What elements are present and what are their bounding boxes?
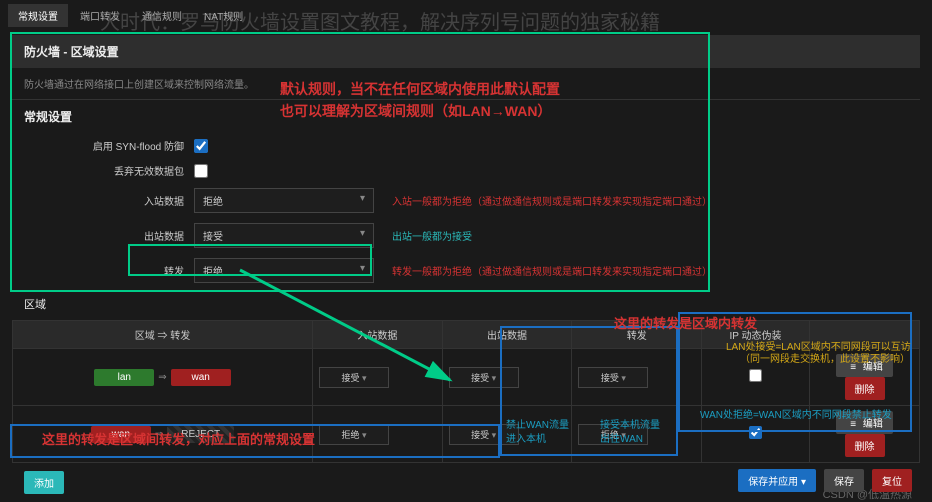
reset-button[interactable]: 复位 <box>872 469 912 492</box>
save-apply-button[interactable]: 保存并应用 ▾ <box>738 469 816 492</box>
drop-invalid-checkbox[interactable] <box>194 164 208 178</box>
annotation-default-rule-1: 默认规则，当不在任何区域内使用此默认配置 <box>280 78 560 100</box>
forward-select[interactable]: 拒绝 <box>194 258 374 283</box>
menu-icon: ≡ <box>846 423 860 426</box>
top-tabs: 常规设置 端口转发 通信规则 NAT规则 <box>0 0 932 31</box>
tab-port-forward[interactable]: 端口转发 <box>70 4 130 27</box>
menu-icon: ≡ <box>846 366 860 369</box>
zone-header: 区域 <box>12 288 920 320</box>
annotation-wan-in-2: 进入本机 <box>506 434 546 445</box>
annotation-wan-out-2: 出往WAN <box>600 434 643 445</box>
annotation-default-rule-2: 也可以理解为区域间规则（如LAN→WAN） <box>280 100 551 122</box>
zone-badge-lan: lan <box>94 369 154 386</box>
input-select[interactable]: 拒绝 <box>194 188 374 213</box>
drop-invalid-label: 丢弃无效数据包 <box>24 163 184 178</box>
tab-traffic-rules[interactable]: 通信规则 <box>132 4 192 27</box>
output-label: 出站数据 <box>24 228 184 243</box>
add-button[interactable]: 添加 <box>24 471 64 494</box>
lan-masq-checkbox[interactable] <box>749 369 762 382</box>
wan-masq-checkbox[interactable] <box>749 426 762 439</box>
tab-nat-rules[interactable]: NAT规则 <box>194 4 253 27</box>
zone-badge-wan: wan <box>171 369 231 386</box>
forward-hint: 转发一般都为拒绝（通过做通信规则或是端口转发来实现指定端口通过） <box>392 263 712 278</box>
annotation-wan-reject: WAN处拒绝=WAN区域内不同网段禁止转发 <box>700 410 892 421</box>
arrow-right-icon: ⇒ <box>154 372 170 383</box>
lan-input-select[interactable]: 接受 <box>319 367 389 388</box>
annotation-lan-accept-2: （同一网段走交换机，此设置不影响） <box>740 354 910 365</box>
delete-button[interactable]: 删除 <box>845 377 885 400</box>
save-button[interactable]: 保存 <box>824 469 864 492</box>
syn-flood-checkbox[interactable] <box>194 139 208 153</box>
syn-flood-label: 启用 SYN-flood 防御 <box>24 138 184 153</box>
th-input: 入站数据 <box>313 321 443 349</box>
panel-title: 防火墙 - 区域设置 <box>12 35 920 68</box>
forward-label: 转发 <box>24 263 184 278</box>
wan-input-select[interactable]: 拒绝 <box>319 424 389 445</box>
annotation-wan-out-1: 接受本机流量 <box>600 420 660 431</box>
input-hint: 入站一般都为拒绝（通过做通信规则或是端口转发来实现指定端口通过） <box>392 193 712 208</box>
output-select[interactable]: 接受 <box>194 223 374 248</box>
tab-general[interactable]: 常规设置 <box>8 4 68 27</box>
output-hint: 出站一般都为接受 <box>392 228 472 243</box>
delete-button[interactable]: 删除 <box>845 434 885 457</box>
th-output: 出站数据 <box>442 321 572 349</box>
annotation-inter-zone-forward: 这里的转发是区域间转发，对应上面的常规设置 <box>42 430 315 451</box>
annotation-wan-in-1: 禁止WAN流量 <box>506 420 569 431</box>
annotation-zone-inner-forward: 这里的转发是区域内转发 <box>614 314 757 335</box>
th-zone-forward: 区域 ⇒ 转发 <box>13 321 313 349</box>
lan-forward-select[interactable]: 接受 <box>578 367 648 388</box>
input-label: 入站数据 <box>24 193 184 208</box>
lan-output-select[interactable]: 接受 <box>449 367 519 388</box>
